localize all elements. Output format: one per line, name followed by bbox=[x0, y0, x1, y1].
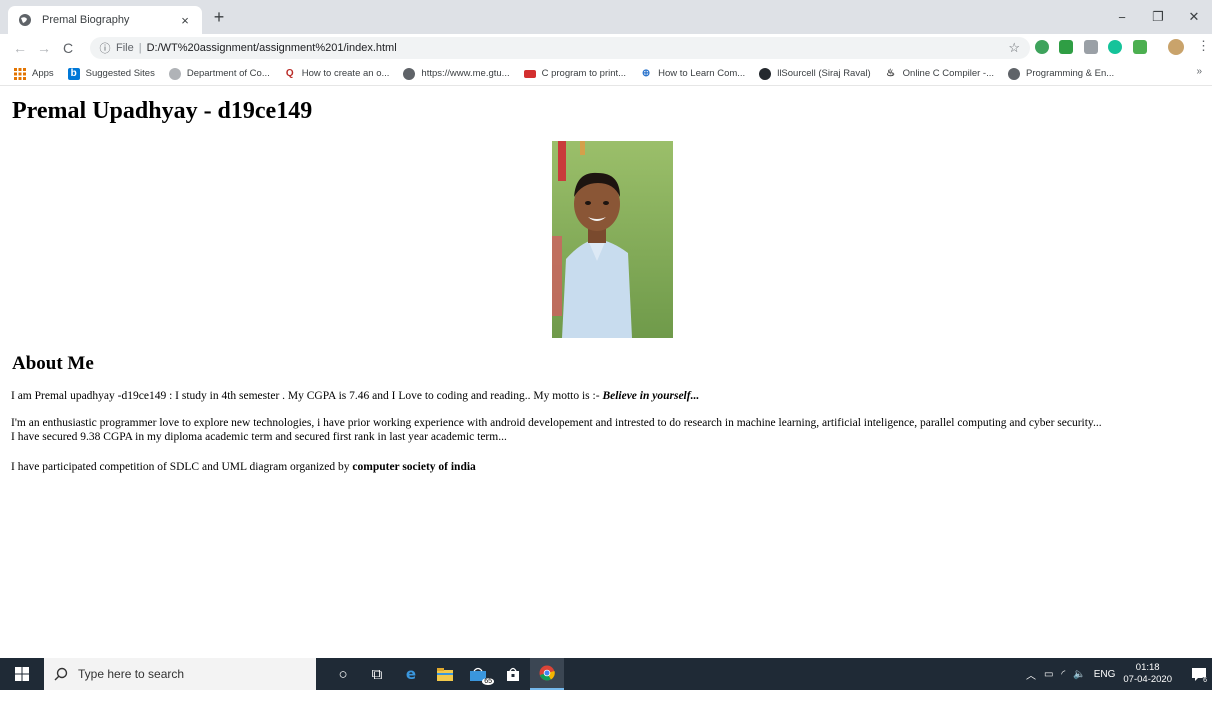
bookmark-label: Apps bbox=[32, 68, 54, 79]
quora-icon: Q bbox=[285, 68, 294, 79]
bookmark-label: C program to print... bbox=[541, 68, 627, 79]
profile-photo bbox=[552, 141, 673, 338]
bookmarks-bar: Apps b Suggested Sites Department of Co.… bbox=[0, 62, 1212, 86]
tab-title: Premal Biography bbox=[42, 14, 130, 26]
bookmark-label: Programming & En... bbox=[1026, 68, 1115, 79]
browser-tab[interactable]: Premal Biography × bbox=[8, 6, 202, 34]
bing-icon: b bbox=[67, 67, 80, 80]
windows-taskbar: Type here to search ○ ⧉ e 65 ︿ ▭ ◜ 🔈 ENG… bbox=[0, 658, 1212, 690]
chevron-up-icon[interactable]: ︿ bbox=[1026, 667, 1036, 682]
bookmark-gtu[interactable]: https://www.me.gtu... bbox=[403, 67, 510, 80]
bookmark-label: Department of Co... bbox=[186, 68, 270, 79]
profile-avatar[interactable] bbox=[1168, 39, 1184, 55]
coursera-icon: ⊕ bbox=[641, 68, 651, 79]
globe-icon bbox=[168, 67, 181, 80]
forward-arrow-icon[interactable]: → bbox=[32, 36, 56, 60]
file-explorer-icon[interactable] bbox=[428, 658, 462, 690]
intro-paragraph: I am Premal upadhyay -d19ce149 : I study… bbox=[11, 390, 1211, 403]
reload-icon[interactable]: C bbox=[56, 36, 80, 60]
task-view-icon[interactable]: ⧉ bbox=[360, 658, 394, 690]
info-icon[interactable]: ⓘ bbox=[98, 40, 112, 56]
taskbar-search[interactable]: Type here to search bbox=[44, 658, 316, 690]
store-icon[interactable]: 65 bbox=[462, 658, 496, 690]
windows-logo-icon bbox=[15, 667, 29, 681]
experience-paragraph-line2: I have secured 9.38 CGPA in my diploma a… bbox=[11, 431, 507, 443]
new-tab-button[interactable]: + bbox=[209, 8, 229, 28]
store-badge: 65 bbox=[482, 678, 494, 685]
page-content: Premal Upadhyay - d19ce149 About Me I am… bbox=[0, 86, 1212, 658]
compiler-icon: ♨ bbox=[886, 68, 896, 79]
grammar-extension-icon[interactable] bbox=[1059, 40, 1073, 54]
page-title: Premal Upadhyay - d19ce149 bbox=[12, 98, 313, 124]
globe-icon bbox=[19, 14, 31, 26]
notification-count: 6 bbox=[1201, 677, 1209, 684]
github-icon bbox=[759, 67, 772, 80]
bookmark-learn[interactable]: ⊕ How to Learn Com... bbox=[640, 68, 745, 80]
restore-button[interactable]: ❐ bbox=[1140, 0, 1176, 34]
tab-strip: Premal Biography × + − ❐ ✕ bbox=[0, 0, 1212, 34]
clock-time: 01:18 bbox=[1135, 662, 1160, 673]
volume-icon[interactable]: 🔈 bbox=[1073, 669, 1085, 680]
clock-date: 07-04-2020 bbox=[1123, 674, 1172, 685]
bookmark-label: https://www.me.gtu... bbox=[421, 68, 510, 79]
cortana-icon[interactable]: ○ bbox=[326, 658, 360, 690]
address-scheme: File bbox=[116, 42, 134, 54]
menu-kebab-icon[interactable]: ⋮ bbox=[1197, 38, 1210, 54]
wifi-icon[interactable]: ◜ bbox=[1061, 669, 1065, 680]
bookmark-c-program[interactable]: C program to print... bbox=[523, 68, 627, 79]
chrome-taskbar-icon[interactable] bbox=[530, 658, 564, 690]
browser-toolbar: ← → C ⓘ File | D:/WT%20assignment/assign… bbox=[0, 34, 1212, 62]
battery-icon[interactable]: ▭ bbox=[1044, 669, 1053, 680]
about-heading: About Me bbox=[12, 353, 94, 374]
bookmark-github[interactable]: llSourcell (Siraj Raval) bbox=[759, 67, 871, 80]
bookmark-compiler[interactable]: ♨ Online C Compiler -... bbox=[885, 68, 994, 80]
bookmark-label: llSourcell (Siraj Raval) bbox=[777, 68, 871, 79]
shield-extension-icon[interactable] bbox=[1035, 40, 1049, 54]
globe-icon bbox=[1008, 67, 1020, 80]
reader-extension-icon[interactable] bbox=[1084, 40, 1098, 54]
window-controls: − ❐ ✕ bbox=[1104, 0, 1212, 34]
bookmark-suggested-sites[interactable]: b Suggested Sites bbox=[67, 67, 155, 80]
bookmark-label: Suggested Sites bbox=[85, 68, 155, 79]
bookmark-label: Online C Compiler -... bbox=[902, 68, 994, 79]
bookmarks-more-button[interactable]: » bbox=[1196, 66, 1202, 77]
organizer-text: computer society of india bbox=[352, 461, 476, 473]
motto-text: Believe in yourself... bbox=[602, 390, 700, 402]
address-bar[interactable]: ⓘ File | D:/WT%20assignment/assignment%2… bbox=[90, 37, 1030, 59]
grammarly-extension-icon[interactable] bbox=[1108, 40, 1122, 54]
notification-center-icon[interactable]: 6 bbox=[1186, 658, 1212, 690]
address-separator: | bbox=[138, 42, 142, 54]
system-tray: ︿ ▭ ◜ 🔈 ENG 01:18 07-04-2020 6 bbox=[1026, 658, 1212, 690]
apps-grid-icon bbox=[14, 67, 26, 80]
close-window-button[interactable]: ✕ bbox=[1176, 0, 1212, 34]
shopping-bag-icon[interactable] bbox=[496, 658, 530, 690]
globe-icon bbox=[403, 67, 416, 80]
search-icon bbox=[54, 667, 68, 681]
language-indicator[interactable]: ENG bbox=[1094, 669, 1116, 680]
bookmark-star-icon[interactable]: ☆ bbox=[1008, 40, 1020, 56]
search-placeholder: Type here to search bbox=[78, 667, 185, 681]
cube-extension-icon[interactable] bbox=[1133, 40, 1147, 54]
tab-close-icon[interactable]: × bbox=[178, 13, 192, 28]
bookmark-label: How to create an o... bbox=[301, 68, 390, 79]
back-arrow-icon[interactable]: ← bbox=[8, 36, 32, 60]
competition-text: I have participated competition of SDLC … bbox=[11, 461, 353, 473]
bottom-strip bbox=[0, 690, 1212, 702]
minimize-button[interactable]: − bbox=[1104, 0, 1140, 34]
bookmark-quora[interactable]: Q How to create an o... bbox=[284, 68, 390, 80]
bookmark-programming[interactable]: Programming & En... bbox=[1008, 67, 1115, 80]
competition-paragraph: I have participated competition of SDLC … bbox=[11, 461, 1211, 474]
intro-text: I am Premal upadhyay -d19ce149 : I study… bbox=[11, 390, 603, 402]
address-url[interactable]: D:/WT%20assignment/assignment%201/index.… bbox=[147, 42, 397, 54]
codechef-icon bbox=[523, 69, 536, 78]
experience-paragraph-line1: I'm an enthusiastic programmer love to e… bbox=[11, 417, 1102, 429]
clock[interactable]: 01:18 07-04-2020 bbox=[1123, 662, 1172, 686]
edge-icon[interactable]: e bbox=[394, 658, 428, 690]
bookmark-label: How to Learn Com... bbox=[658, 68, 746, 79]
start-button[interactable] bbox=[0, 658, 44, 690]
bookmark-department[interactable]: Department of Co... bbox=[168, 67, 270, 80]
bookmark-apps[interactable]: Apps bbox=[14, 67, 54, 80]
